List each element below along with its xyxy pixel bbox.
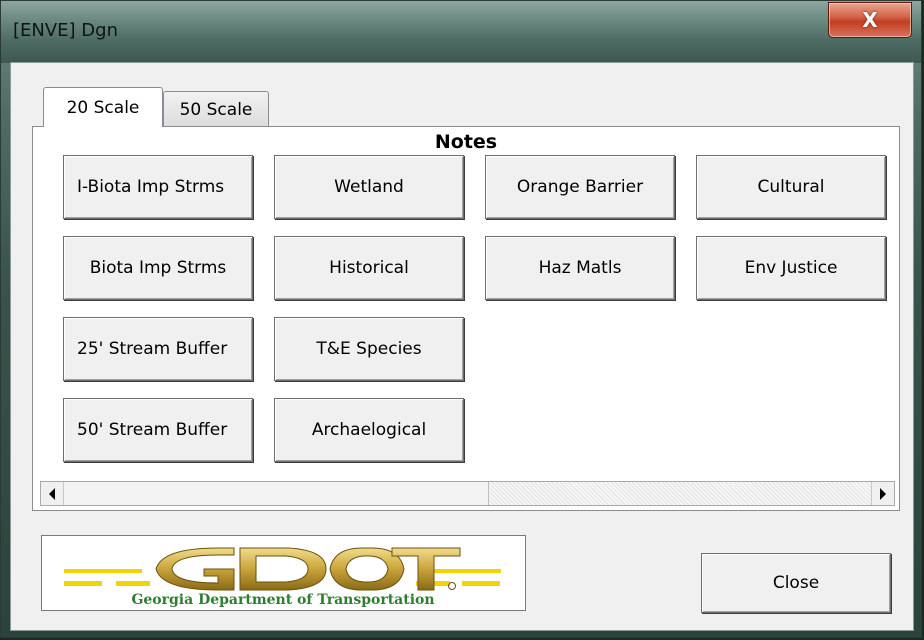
tab-label: 20 Scale [66,97,140,118]
scroll-left-button[interactable] [41,482,64,505]
historical-button[interactable]: Historical [274,236,464,300]
dialog-client-area: 20 Scale 50 Scale Notes I-Biota Imp Strm… [10,62,914,631]
gdot-logo-graphic: Georgia Department of Transportation [64,547,501,608]
cultural-button[interactable]: Cultural [696,155,886,219]
title-bar[interactable]: [ENVE] Dgn X [1,1,921,63]
scrollbar-track[interactable] [489,482,871,505]
te-species-button[interactable]: T&E Species [274,317,464,381]
scroll-left-arrow-icon [49,487,55,500]
window-title: [ENVE] Dgn [13,20,118,41]
biota-imp-strms-button[interactable]: Biota Imp Strms [63,236,253,300]
tab-label: 50 Scale [179,99,253,120]
dialog-window: [ENVE] Dgn X 20 Scale 50 Scale Notes I-B… [0,0,922,638]
scroll-right-button[interactable] [871,482,894,505]
scroll-right-arrow-icon [880,487,886,500]
haz-matls-button[interactable]: Haz Matls [485,236,675,300]
gdot-logo: Georgia Department of Transportation [41,535,526,611]
50-stream-buffer-button[interactable]: 50' Stream Buffer [63,398,253,462]
orange-barrier-button[interactable]: Orange Barrier [485,155,675,219]
tab-20-scale[interactable]: 20 Scale [43,87,163,127]
tab-panel-20-scale: Notes I-Biota Imp Strms Wetland Orange B… [32,126,900,511]
wetland-button[interactable]: Wetland [274,155,464,219]
close-icon: X [862,8,878,32]
25-stream-buffer-button[interactable]: 25' Stream Buffer [63,317,253,381]
gdot-tagline: Georgia Department of Transportation [131,592,434,608]
horizontal-scrollbar[interactable] [40,481,895,506]
i-biota-imp-strms-button[interactable]: I-Biota Imp Strms [63,155,253,219]
archaelogical-button[interactable]: Archaelogical [274,398,464,462]
notes-heading: Notes [434,131,498,153]
tab-50-scale[interactable]: 50 Scale [163,91,269,127]
window-close-button[interactable]: X [828,2,912,38]
scrollbar-thumb[interactable] [64,482,489,505]
env-justice-button[interactable]: Env Justice [696,236,886,300]
close-button[interactable]: Close [701,553,891,613]
